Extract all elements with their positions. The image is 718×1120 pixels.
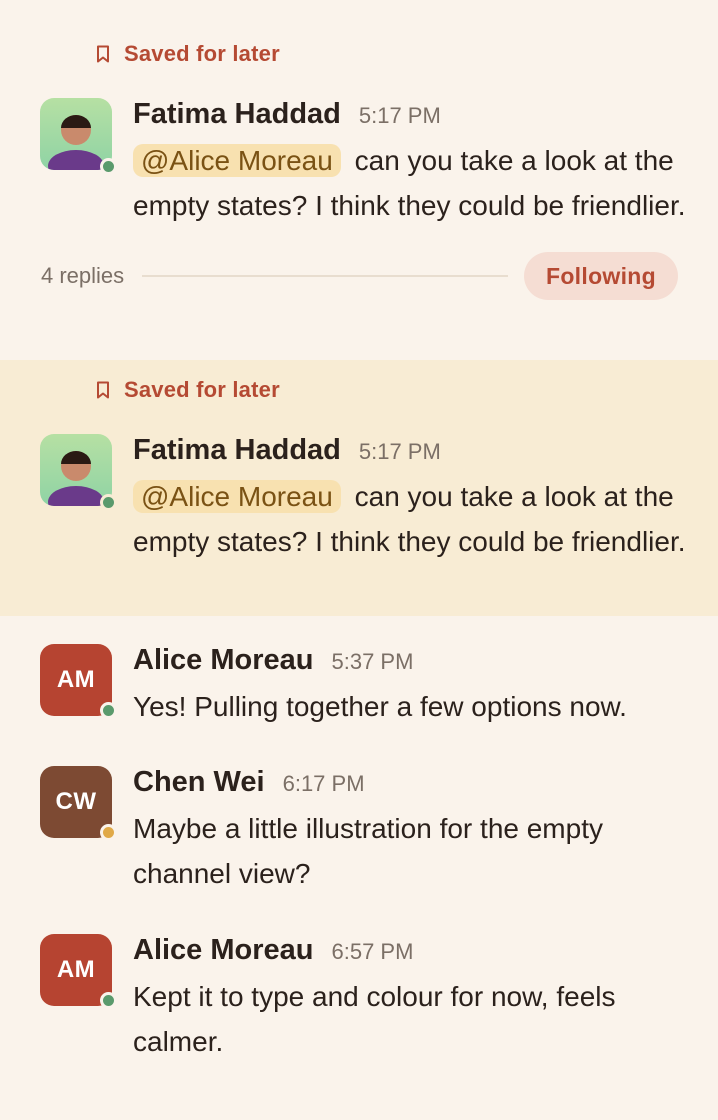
author-name[interactable]: Chen Wei: [133, 766, 265, 799]
author-name[interactable]: Fatima Haddad: [133, 434, 341, 467]
user-photo-icon: [48, 115, 104, 170]
saved-label-text: Saved for later: [124, 41, 280, 66]
saved-for-later-label[interactable]: Saved for later: [0, 36, 718, 72]
saved-label-text: Saved for later: [124, 377, 280, 402]
message-text: Yes! Pulling together a few options now.: [133, 691, 627, 722]
presence-indicator-online: [100, 158, 117, 175]
bookmark-icon: [96, 381, 110, 399]
following-button[interactable]: Following: [523, 252, 678, 300]
timestamp[interactable]: 5:37 PM: [332, 649, 414, 675]
avatar-initials: AM: [56, 956, 96, 983]
avatar-initials: AM: [56, 666, 96, 693]
user-photo-icon: [48, 451, 104, 506]
message-text: Maybe a little illustration for the empt…: [133, 813, 603, 889]
message[interactable]: Fatima Haddad 5:17 PM @Alice Moreau can …: [0, 98, 718, 228]
saved-for-later-label[interactable]: Saved for later: [0, 372, 718, 408]
thread-replies-bar: 4 replies Following: [0, 250, 718, 302]
avatar[interactable]: [40, 434, 112, 506]
avatar[interactable]: [40, 98, 112, 170]
replies-count-link[interactable]: 4 replies: [41, 263, 124, 289]
author-name[interactable]: Alice Moreau: [133, 934, 314, 967]
presence-indicator-away: [100, 824, 117, 841]
author-name[interactable]: Alice Moreau: [133, 644, 314, 677]
timestamp[interactable]: 6:17 PM: [283, 771, 365, 797]
timestamp[interactable]: 6:57 PM: [332, 939, 414, 965]
message-text: Kept it to type and colour for now, feel…: [133, 981, 616, 1057]
reply-message[interactable]: AM Alice Moreau 5:37 PM Yes! Pulling tog…: [0, 644, 718, 766]
presence-indicator-online: [100, 992, 117, 1009]
reply-list: AM Alice Moreau 5:37 PM Yes! Pulling tog…: [0, 644, 718, 1074]
timestamp[interactable]: 5:17 PM: [359, 439, 441, 465]
presence-indicator-online: [100, 494, 117, 511]
mention-chip[interactable]: @Alice Moreau: [133, 144, 341, 177]
reply-message[interactable]: CW Chen Wei 6:17 PM Maybe a little illus…: [0, 766, 718, 934]
saved-thread-2-highlighted: Saved for later Fatima Haddad 5:17 PM @A…: [0, 360, 718, 616]
timestamp[interactable]: 5:17 PM: [359, 103, 441, 129]
avatar-initials: CW: [55, 788, 97, 815]
reply-message[interactable]: AM Alice Moreau 6:57 PM Kept it to type …: [0, 934, 718, 1074]
divider: [142, 275, 508, 277]
author-name[interactable]: Fatima Haddad: [133, 98, 341, 131]
bookmark-icon: [96, 45, 110, 63]
message-text: @Alice Moreau can you take a look at the…: [133, 474, 694, 564]
presence-indicator-online: [100, 702, 117, 719]
message-text: @Alice Moreau can you take a look at the…: [133, 138, 694, 228]
saved-thread-1: Saved for later Fatima Haddad 5:17 PM @A…: [0, 0, 718, 302]
message[interactable]: Fatima Haddad 5:17 PM @Alice Moreau can …: [0, 434, 718, 564]
mention-chip[interactable]: @Alice Moreau: [133, 480, 341, 513]
